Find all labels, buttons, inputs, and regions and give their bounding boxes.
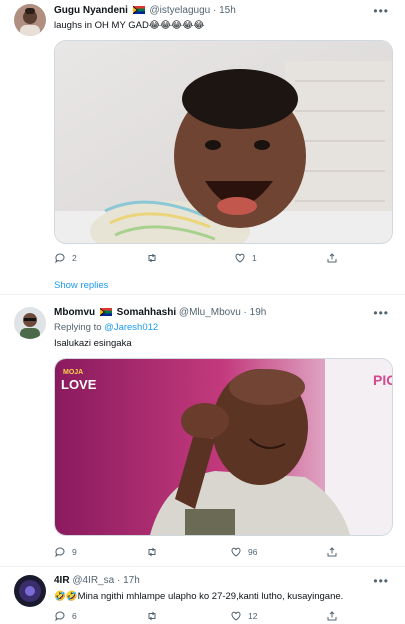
more-icon[interactable]: ••• (373, 4, 389, 18)
south-africa-flag-icon (99, 308, 112, 316)
tweet-text: 🤣🤣Mina ngithi mhlampe ulapho ko 27-29,ka… (54, 591, 344, 602)
avatar[interactable] (14, 575, 46, 607)
tweet-image-old-man[interactable]: MOJA LOVE PIG (54, 358, 393, 536)
media-corner-text: PIG (373, 372, 392, 388)
divider (0, 294, 405, 295)
tweet-header: 4IR @4IR_sa · 17h (54, 575, 140, 586)
separator-dot: · (243, 307, 247, 318)
display-name[interactable]: Gugu Nyandeni (54, 5, 128, 16)
like-icon (231, 547, 241, 557)
handle[interactable]: @Mlu_Mbovu (179, 307, 241, 318)
share-action[interactable] (326, 546, 338, 558)
baby-photo (55, 41, 392, 243)
retweet-icon (148, 253, 156, 263)
like-action[interactable]: 1 (234, 252, 257, 264)
like-count: 1 (252, 253, 257, 263)
share-icon (327, 611, 337, 621)
timestamp[interactable]: 19h (250, 307, 267, 318)
reply-icon (55, 547, 65, 558)
retweet-action[interactable] (146, 252, 164, 264)
retweet-action[interactable] (146, 610, 164, 622)
more-icon[interactable]: ••• (373, 574, 389, 588)
separator-dot: · (116, 575, 121, 586)
like-icon (231, 611, 241, 621)
reply-icon (55, 611, 65, 622)
avatar-image (14, 307, 46, 339)
moja-love-badge-top: MOJA (63, 369, 83, 376)
timestamp[interactable]: 17h (123, 575, 140, 586)
separator-dot: · (213, 5, 217, 16)
like-action[interactable]: 96 (230, 546, 257, 558)
tweet-actions: 9 96 (54, 546, 344, 560)
retweet-action[interactable] (146, 546, 164, 558)
handle[interactable]: @4IR_sa (72, 575, 114, 586)
handle[interactable]: @istyelagugu (149, 5, 210, 16)
replying-to-label: Replying to (54, 322, 102, 333)
reply-count: 2 (72, 253, 77, 263)
share-icon (327, 253, 337, 263)
replying-to-mention[interactable]: @Jaresh012 (104, 322, 158, 333)
reply-action[interactable]: 6 (54, 610, 77, 622)
like-action[interactable]: 12 (230, 610, 257, 622)
retweet-icon (148, 547, 156, 557)
old-man-photo: MOJA LOVE PIG (55, 359, 392, 535)
timestamp[interactable]: 15h (219, 5, 236, 16)
like-icon (235, 253, 245, 263)
tweet-2[interactable]: Mbomvu Somahhashi @Mlu_Mbovu · 19h ••• R… (0, 300, 405, 562)
share-icon (327, 547, 337, 557)
tweet-actions: 6 12 (54, 610, 344, 624)
reply-action[interactable]: 9 (54, 546, 77, 558)
show-replies-link[interactable]: Show replies (54, 280, 108, 291)
like-count: 96 (248, 547, 258, 557)
tweet-1[interactable]: Gugu Nyandeni @istyelagugu · 15h ••• lau… (0, 0, 405, 292)
reply-icon (55, 253, 65, 264)
more-icon[interactable]: ••• (373, 306, 389, 320)
avatar-image (14, 4, 46, 36)
tweet-3[interactable]: 4IR @4IR_sa · 17h ••• 🤣🤣Mina ngithi mhla… (0, 570, 405, 624)
moja-love-badge-bottom: LOVE (61, 377, 97, 392)
tweet-text: laughs in OH MY GAD😂😂😂😂😂 (54, 20, 205, 31)
display-name[interactable]: Mbomvu (54, 307, 95, 318)
tweet-header: Gugu Nyandeni @istyelagugu · 15h (54, 5, 236, 16)
reply-action[interactable]: 2 (54, 252, 77, 264)
share-action[interactable] (326, 610, 338, 622)
avatar-image (14, 575, 46, 607)
share-action[interactable] (326, 252, 338, 264)
tweet-image-baby[interactable] (54, 40, 393, 244)
tweet-header: Mbomvu Somahhashi @Mlu_Mbovu · 19h (54, 307, 266, 318)
like-count: 12 (248, 611, 258, 621)
display-name[interactable]: 4IR (54, 575, 70, 586)
avatar[interactable] (14, 4, 46, 36)
display-name-suffix[interactable]: Somahhashi (117, 307, 176, 318)
tweet-text: Isalukazi esingaka (54, 338, 132, 349)
reply-count: 6 (72, 611, 77, 621)
retweet-icon (148, 611, 156, 621)
tweet-actions: 2 1 (54, 252, 344, 266)
reply-count: 9 (72, 547, 77, 557)
south-africa-flag-icon (132, 6, 145, 14)
divider (0, 566, 405, 567)
replying-to: Replying to @Jaresh012 (54, 322, 158, 333)
avatar[interactable] (14, 307, 46, 339)
